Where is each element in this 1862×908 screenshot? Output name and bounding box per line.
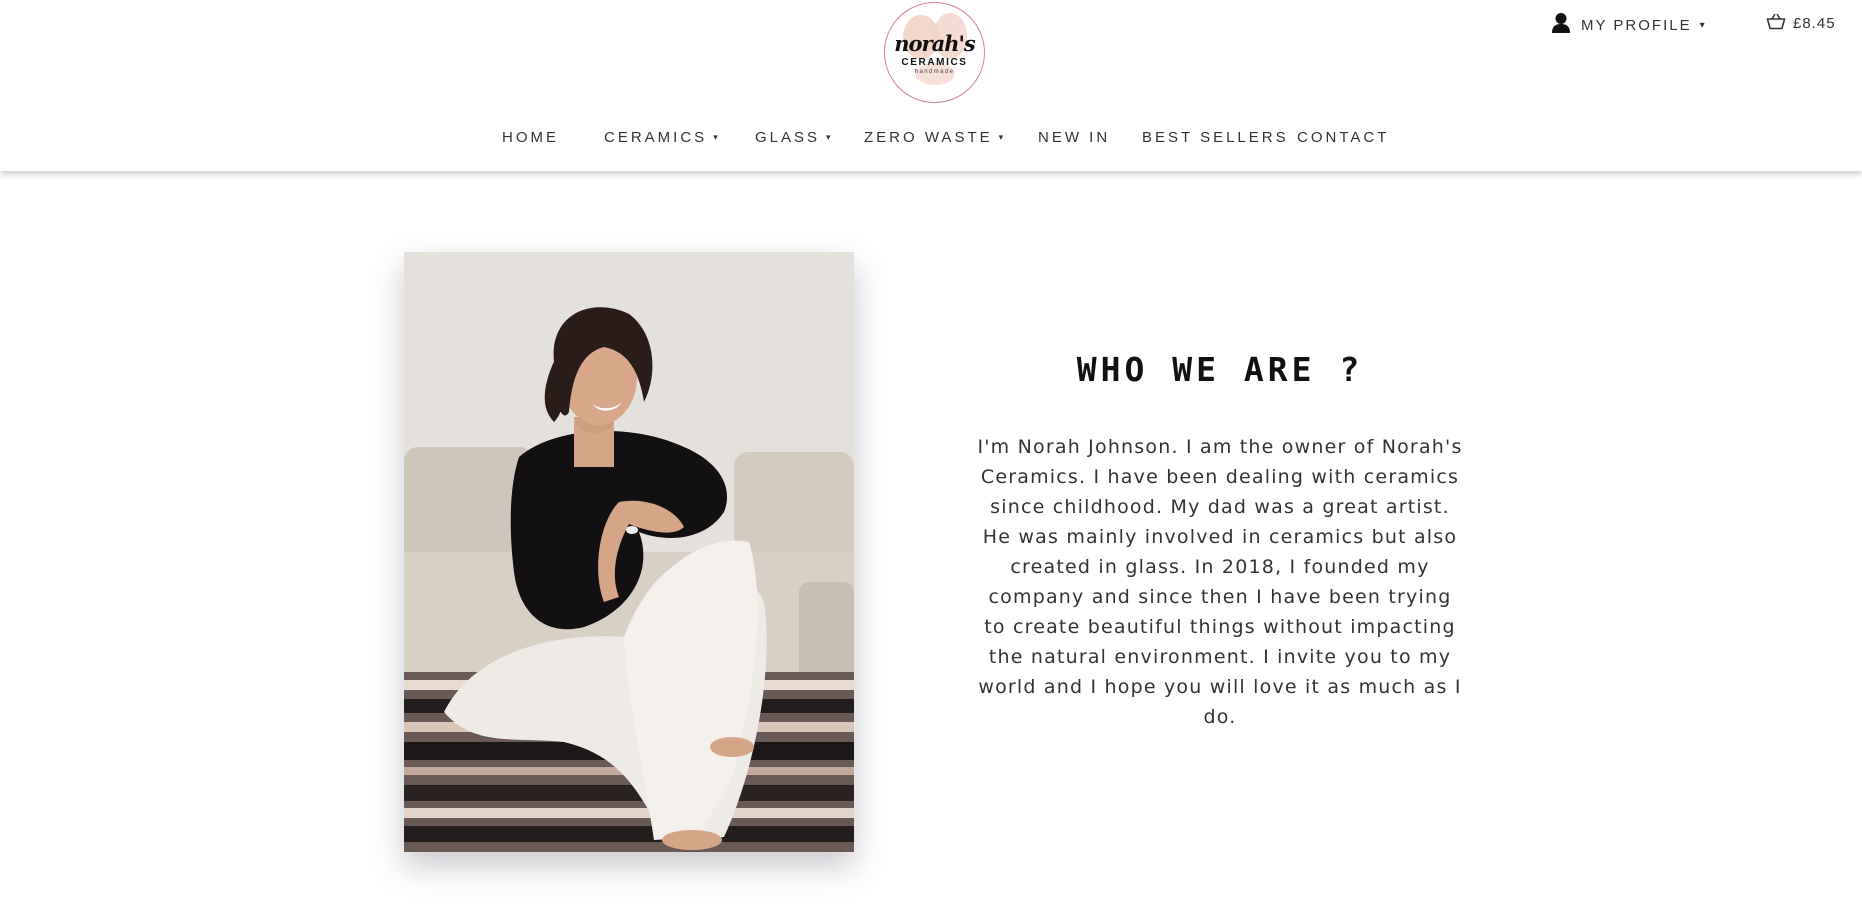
main-nav: HOME CERAMICS ▾ GLASS ▾ ZERO WASTE ▾ NEW IN… xyxy=(0,129,1862,151)
my-profile-menu[interactable]: MY PROFILE ▾ xyxy=(1551,12,1705,39)
chevron-down-icon: ▾ xyxy=(1699,20,1705,31)
logo-word-text: CERAMICS xyxy=(901,57,968,68)
chevron-down-icon: ▾ xyxy=(998,132,1004,142)
my-profile-label: MY PROFILE xyxy=(1581,17,1692,34)
chevron-down-icon: ▾ xyxy=(826,132,831,142)
nav-ceramics-label: CERAMICS xyxy=(604,129,708,146)
nav-home-label: HOME xyxy=(502,129,559,146)
cart-amount: £8.45 xyxy=(1793,15,1836,32)
basket-icon xyxy=(1766,12,1786,35)
nav-best-sellers-label: BEST SELLERS xyxy=(1142,129,1289,146)
nav-glass[interactable]: GLASS ▾ xyxy=(755,129,831,146)
user-icon xyxy=(1551,12,1571,39)
about-bio-text: I'm Norah Johnson. I am the owner of Nor… xyxy=(977,436,1463,728)
nav-glass-label: GLASS xyxy=(755,129,821,146)
nav-best-sellers[interactable]: BEST SELLERS xyxy=(1142,129,1289,146)
brand-logo[interactable]: norah's CERAMICS handmade xyxy=(884,2,985,103)
nav-zero-waste-label: ZERO WASTE xyxy=(864,129,993,146)
logo-small-text: handmade xyxy=(914,69,955,75)
nav-contact-label: CONTACT xyxy=(1297,129,1390,146)
logo-script-text: norah's xyxy=(894,31,975,56)
cart-button[interactable]: £8.45 xyxy=(1766,12,1836,35)
chevron-down-icon: ▾ xyxy=(713,132,718,142)
nav-contact[interactable]: CONTACT xyxy=(1297,129,1389,146)
nav-ceramics[interactable]: CERAMICS ▾ xyxy=(604,129,718,146)
owner-photo xyxy=(404,252,854,852)
nav-new-in[interactable]: NEW IN xyxy=(1038,129,1110,146)
site-header: norah's CERAMICS handmade MY PROFILE ▾ £… xyxy=(0,0,1862,171)
nav-home[interactable]: HOME xyxy=(502,129,559,146)
owner-photo-illustration xyxy=(404,252,854,852)
about-heading: WHO WE ARE ? xyxy=(1076,350,1364,389)
nav-zero-waste[interactable]: ZERO WASTE ▾ xyxy=(864,129,1003,146)
nav-new-in-label: NEW IN xyxy=(1038,129,1111,146)
